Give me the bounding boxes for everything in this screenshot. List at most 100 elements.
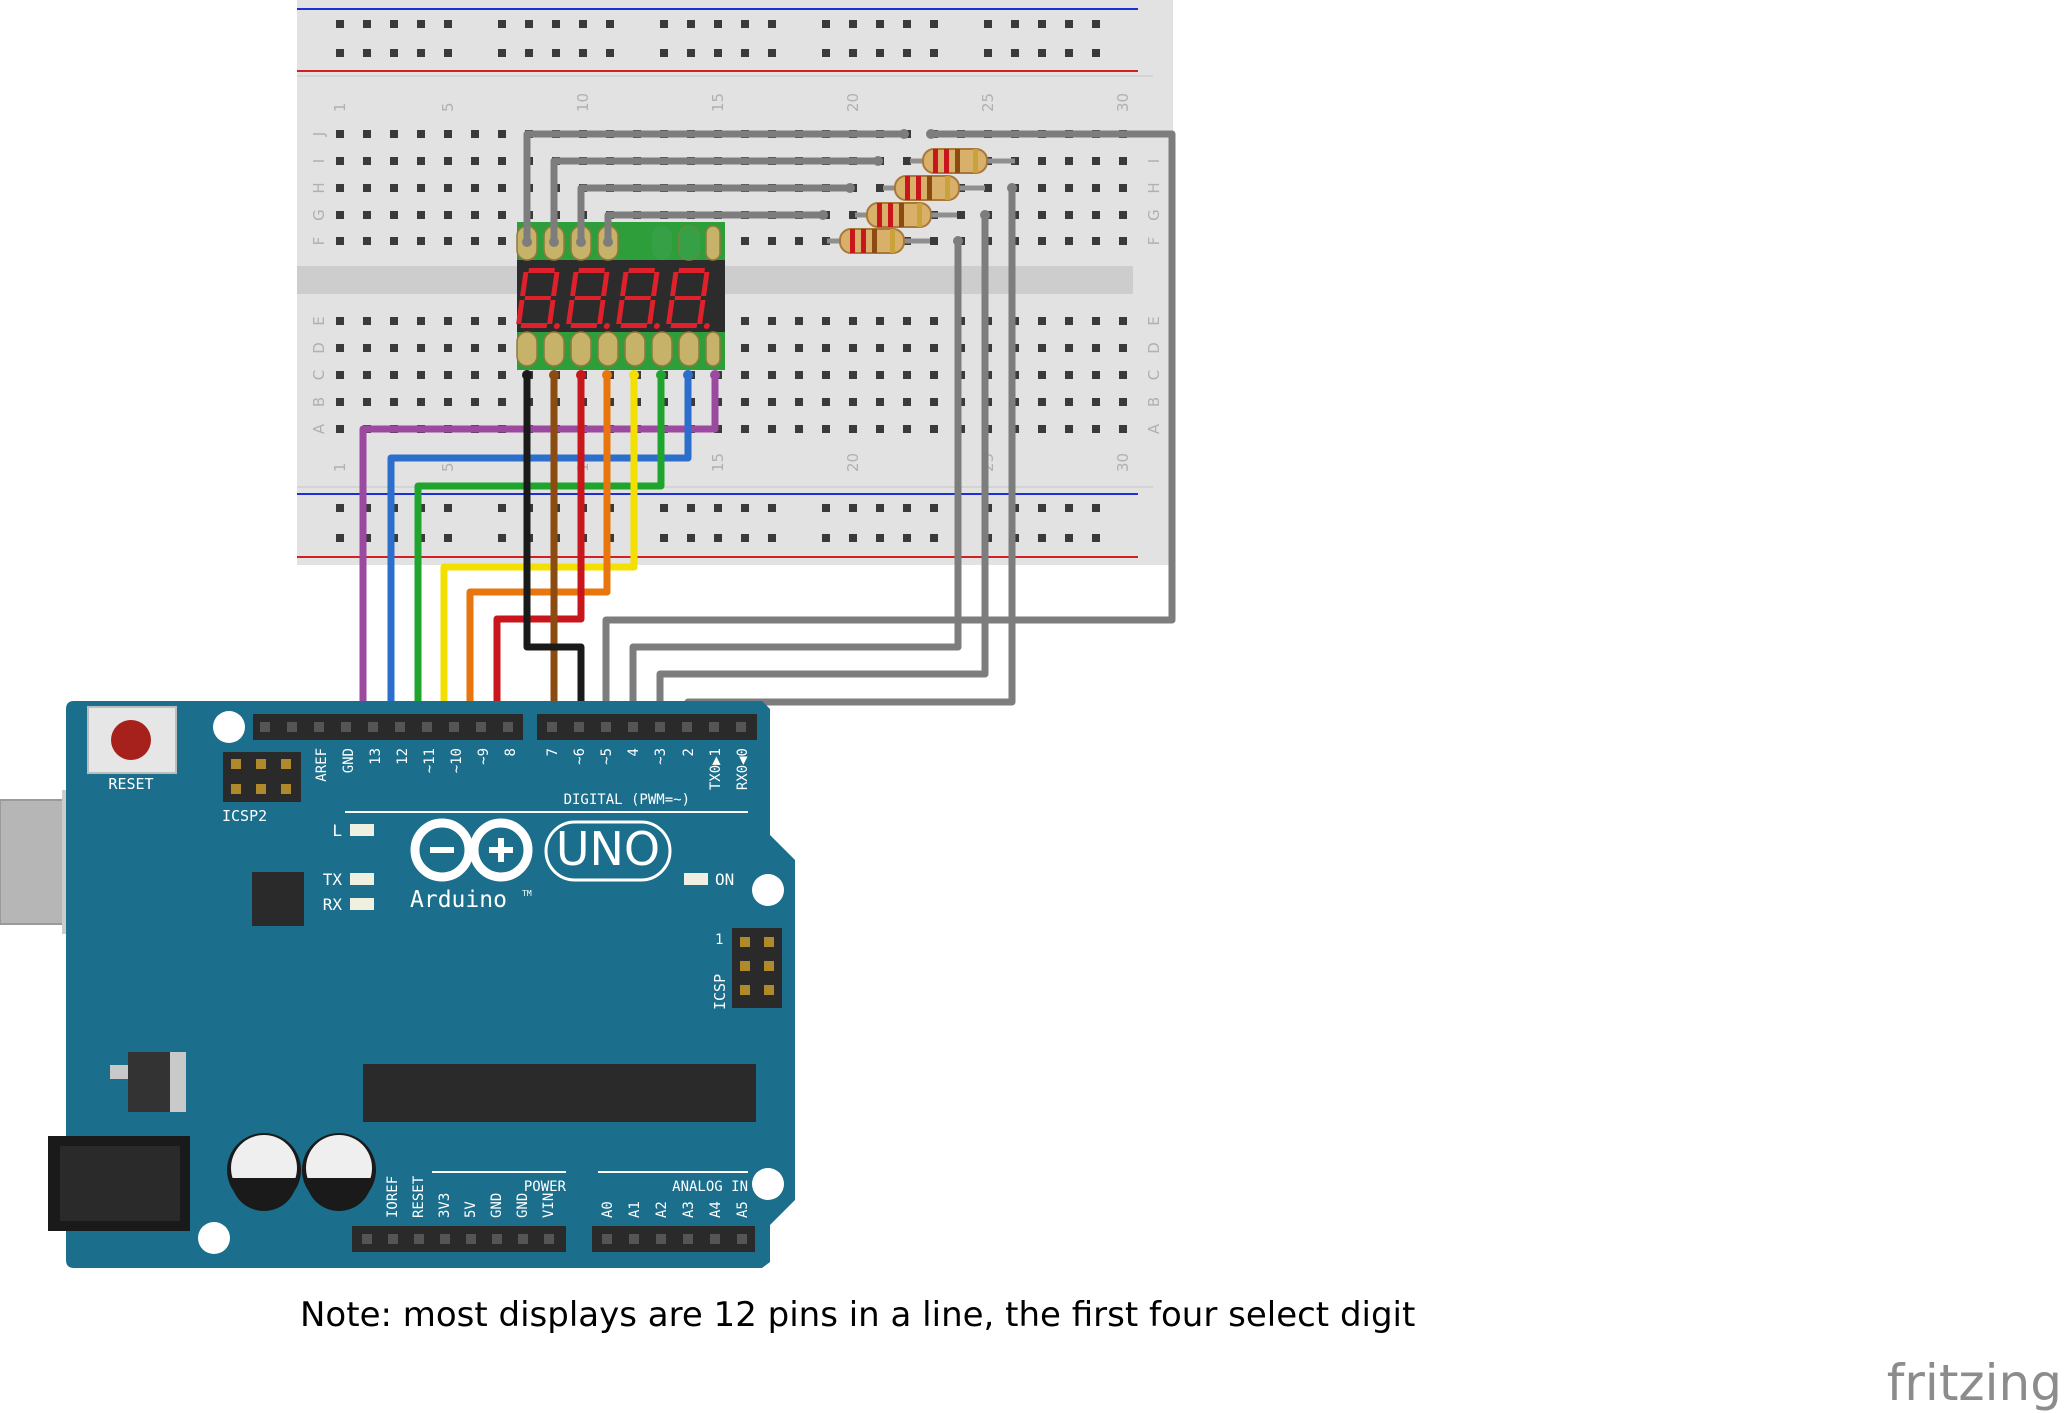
header-pin	[656, 1234, 666, 1244]
header-pin	[414, 1234, 424, 1244]
breadboard-hole	[363, 157, 371, 165]
rail-hole	[714, 20, 722, 28]
breadboard-hole	[1119, 157, 1127, 165]
icsp-pin	[764, 985, 774, 995]
display-segment	[570, 323, 598, 328]
row-letter-right: G	[1145, 209, 1163, 221]
analog-pin-label: A2	[654, 1201, 670, 1218]
breadboard-hole	[768, 371, 776, 379]
rail-hole	[849, 534, 857, 542]
power-pin-label: 5V	[463, 1201, 479, 1218]
icsp-pin	[740, 961, 750, 971]
power-pin-label: VIN	[541, 1193, 557, 1218]
breadboard-hole	[1038, 398, 1046, 406]
voltage-regulator	[128, 1052, 170, 1112]
wire-endpoint	[522, 370, 532, 380]
row-letter-right: F	[1145, 237, 1163, 246]
wire-endpoint	[576, 237, 586, 247]
breadboard-hole	[1119, 317, 1127, 325]
breadboard-hole	[930, 317, 938, 325]
breadboard-hole	[741, 425, 749, 433]
column-number-top: 25	[979, 93, 997, 112]
breadboard-hole	[876, 398, 884, 406]
header-pin	[395, 722, 405, 732]
column-number-top: 10	[574, 93, 592, 112]
row-letter-left: I	[310, 159, 328, 163]
rail-hole	[687, 534, 695, 542]
wire-endpoint	[549, 237, 559, 247]
wire-endpoint	[953, 236, 963, 246]
breadboard-hole	[1092, 371, 1100, 379]
breadboard-hole	[1065, 317, 1073, 325]
breadboard-hole	[471, 398, 479, 406]
header-pin	[544, 1234, 554, 1244]
analog-label: ANALOG IN	[672, 1179, 748, 1195]
header-pin	[628, 722, 638, 732]
rail-hole	[660, 504, 668, 512]
rail-hole	[390, 49, 398, 57]
rail-hole	[525, 20, 533, 28]
breadboard-hole	[1119, 237, 1127, 245]
rail-hole	[1065, 20, 1073, 28]
breadboard-hole	[336, 344, 344, 352]
rail-hole	[336, 49, 344, 57]
rail-hole	[498, 20, 506, 28]
breadboard-hole	[1065, 344, 1073, 352]
header-pin	[362, 1234, 372, 1244]
display-pin-bottom	[678, 331, 700, 367]
header-pin	[422, 722, 432, 732]
rail-hole	[1038, 49, 1046, 57]
wire-endpoint	[522, 237, 532, 247]
breadboard-hole	[390, 398, 398, 406]
breadboard-hole	[903, 425, 911, 433]
wire-endpoint	[656, 370, 666, 380]
breadboard-hole	[390, 130, 398, 138]
breadboard-hole	[876, 371, 884, 379]
icsp-pin	[740, 937, 750, 947]
display-segment	[578, 268, 605, 273]
led-indicator	[350, 873, 374, 885]
display-segment	[528, 268, 555, 273]
rail-hole	[687, 20, 695, 28]
rail-hole	[984, 49, 992, 57]
header-pin	[287, 722, 297, 732]
breadboard-hole	[849, 371, 857, 379]
breadboard-hole	[1038, 344, 1046, 352]
breadboard-hole	[498, 344, 506, 352]
breadboard-hole	[849, 425, 857, 433]
breadboard-hole	[363, 184, 371, 192]
wire-endpoint	[1007, 183, 1017, 193]
breadboard-hole	[444, 371, 452, 379]
display-pin-bottom	[705, 331, 721, 367]
breadboard-hole	[390, 184, 398, 192]
breadboard-hole	[498, 184, 506, 192]
rail-hole	[687, 49, 695, 57]
breadboard-hole	[930, 237, 938, 245]
analog-pin-label: A3	[681, 1201, 697, 1218]
wire-endpoint	[683, 370, 693, 380]
icsp2-pin	[281, 759, 291, 769]
digital-pin-label: ~9	[476, 748, 492, 765]
reset-button-cap[interactable]	[111, 720, 151, 760]
usb-chip	[252, 872, 304, 926]
rail-hole	[579, 49, 587, 57]
rail-hole	[390, 20, 398, 28]
rail-hole	[984, 20, 992, 28]
header-pin	[368, 722, 378, 732]
rail-hole	[822, 20, 830, 28]
breadboard-hole	[1092, 317, 1100, 325]
breadboard-hole	[336, 317, 344, 325]
display-pin-bottom	[597, 331, 619, 367]
breadboard-hole	[957, 211, 965, 219]
display-segment	[674, 296, 702, 300]
icsp2-pin	[256, 759, 266, 769]
rail-hole	[741, 49, 749, 57]
rail-hole	[768, 534, 776, 542]
header-pin	[260, 722, 270, 732]
breadboard-hole	[471, 237, 479, 245]
rail-hole	[444, 20, 452, 28]
row-letter-left: H	[310, 182, 328, 193]
rail-hole	[876, 20, 884, 28]
power-pin-label: GND	[489, 1193, 505, 1218]
breadboard-hole	[876, 184, 884, 192]
